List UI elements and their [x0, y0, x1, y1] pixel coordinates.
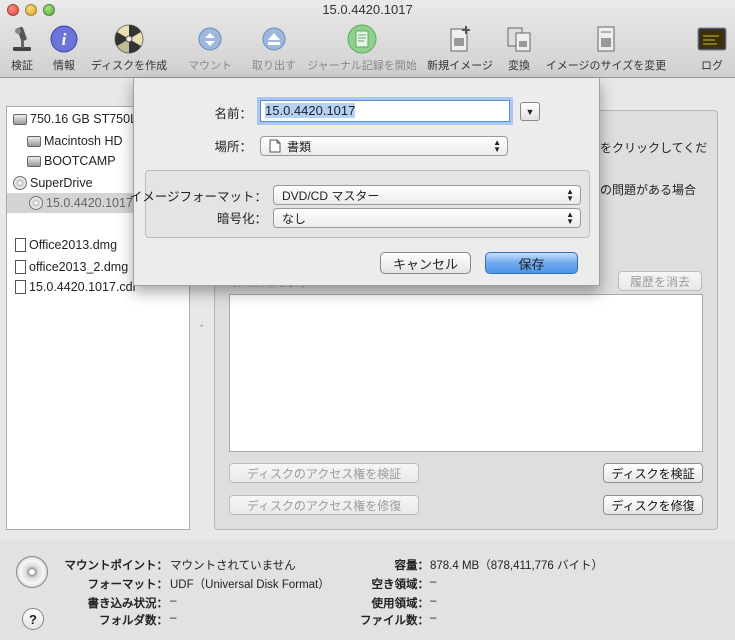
available-value: – — [430, 576, 437, 588]
toolbar-verify-button[interactable]: 検証 — [6, 24, 38, 73]
sidebar-item-label: BOOTCAMP — [44, 154, 116, 168]
optical-drive-icon — [13, 176, 27, 190]
sidebar-item-label: Office2013.dmg — [29, 238, 118, 252]
name-label: 名前： — [214, 107, 252, 121]
window-title: 15.0.4420.1017 — [322, 2, 413, 17]
used-label: 使用領域： — [371, 598, 430, 610]
toolbar-label: ジャーナル記録を開始 — [307, 60, 417, 72]
capacity-value: 878.4 MB（878,411,776 バイト） — [430, 560, 604, 572]
image-options-group: イメージフォーマット： DVD/CD マスター ▲ ▼ 暗号化： なし ▲ ▼ — [130, 170, 590, 238]
toolbar-journal-button[interactable]: ジャーナル記録を開始 — [304, 24, 420, 73]
new-image-icon — [445, 24, 475, 54]
save-button[interactable]: 保存 — [485, 252, 578, 274]
location-popup[interactable]: 書類 ▲ ▼ — [260, 136, 508, 156]
toolbar-label: 情報 — [53, 60, 75, 72]
sidebar-item-label: SuperDrive — [30, 176, 93, 190]
toolbar-label: マウント — [188, 60, 232, 72]
hard-drive-icon — [13, 113, 27, 125]
files-label: ファイル数： — [360, 615, 429, 627]
popup-arrows-icon: ▲ ▼ — [566, 210, 574, 226]
window-titlebar: 15.0.4420.1017 検証 i 情報 ディスクを作成 マウント 取り出す… — [0, 0, 735, 78]
document-icon — [15, 238, 26, 252]
sidebar-item-label: 15.0.4420.1017.cdr — [29, 280, 137, 294]
image-format-popup[interactable]: DVD/CD マスター ▲ ▼ — [273, 185, 581, 205]
toolbar-resize-image-button[interactable]: イメージのサイズを変更 — [544, 24, 668, 73]
info-icon: i — [49, 24, 79, 54]
write-status-value: – — [170, 595, 177, 607]
files-value: – — [430, 612, 437, 624]
mount-icon — [195, 24, 225, 54]
encryption-label: 暗号化： — [216, 212, 267, 226]
first-aid-hint: をクリックしてください。ディスクの — [600, 141, 708, 155]
popup-arrows-icon: ▲ ▼ — [493, 138, 501, 154]
burn-icon — [114, 24, 144, 54]
format-label: フォーマット： — [87, 579, 169, 591]
toolbar-log-button[interactable]: ログ — [694, 24, 730, 73]
capacity-label: 容量： — [394, 560, 430, 572]
toolbar-convert-button[interactable]: 変換 — [503, 24, 535, 73]
popup-arrows-icon: ▲ ▼ — [566, 187, 574, 203]
verify-permissions-button[interactable]: ディスクのアクセス権を検証 — [229, 463, 419, 483]
resize-image-icon — [591, 24, 621, 54]
volume-icon — [27, 155, 41, 167]
expand-sheet-button[interactable]: ▼ — [520, 102, 540, 121]
cancel-button[interactable]: キャンセル — [380, 252, 471, 274]
toolbar-new-image-button[interactable]: 新規イメージ — [424, 24, 496, 73]
location-label: 場所： — [214, 140, 252, 154]
repair-disk-button[interactable]: ディスクを修復 — [603, 495, 703, 515]
name-field-value: 15.0.4420.1017 — [265, 103, 356, 118]
image-format-label: イメージフォーマット： — [129, 190, 267, 204]
disc-icon — [16, 556, 48, 588]
log-icon — [697, 24, 727, 54]
toolbar-label: 変換 — [508, 60, 530, 72]
chevron-down-icon: ▼ — [525, 106, 535, 117]
toolbar-burn-button[interactable]: ディスクを作成 — [88, 24, 170, 73]
mount-point-label: マウントポイント： — [64, 560, 169, 572]
toolbar-eject-button[interactable]: 取り出す — [250, 24, 298, 73]
log-output — [229, 294, 703, 452]
sidebar-item-label: Macintosh HD — [44, 134, 123, 148]
available-label: 空き領域： — [371, 579, 430, 591]
write-status-label: 書き込み状況： — [87, 598, 169, 610]
name-field[interactable]: 15.0.4420.1017 — [260, 100, 510, 122]
volume-icon — [27, 135, 41, 147]
help-button[interactable]: ? — [22, 608, 44, 630]
eject-icon — [259, 24, 289, 54]
location-value: 書類 — [287, 139, 312, 154]
folders-label: フォルダ数： — [99, 615, 168, 627]
convert-icon — [504, 24, 534, 54]
document-icon — [15, 280, 26, 294]
format-value: UDF（Universal Disk Format） — [170, 579, 330, 591]
sidebar-item-label: office2013_2.dmg — [29, 260, 129, 274]
svg-text:i: i — [62, 30, 67, 49]
journal-icon — [347, 24, 377, 54]
toolbar-label: 新規イメージ — [427, 60, 493, 72]
folder-icon — [269, 139, 281, 153]
microscope-icon — [7, 24, 37, 54]
clear-history-button[interactable]: 履歴を消去 — [618, 271, 702, 291]
splitter-handle[interactable]: ‸ — [200, 316, 203, 327]
verify-disk-button[interactable]: ディスクを検証 — [603, 463, 703, 483]
encryption-popup[interactable]: なし ▲ ▼ — [273, 208, 581, 228]
folders-value: – — [170, 612, 177, 624]
toolbar: 検証 i 情報 ディスクを作成 マウント 取り出す ジャーナル記録を開始 新規イ… — [0, 24, 735, 76]
toolbar-label: イメージのサイズを変更 — [545, 60, 667, 72]
toolbar-label: 検証 — [11, 60, 33, 72]
document-icon — [15, 260, 26, 274]
first-aid-hint-2: の問題がある場合 — [600, 183, 697, 197]
toolbar-label: 取り出す — [252, 60, 296, 72]
mount-point-value: マウントされていません — [170, 560, 296, 572]
toolbar-mount-button[interactable]: マウント — [186, 24, 234, 73]
used-value: – — [430, 595, 437, 607]
toolbar-info-button[interactable]: i 情報 — [48, 24, 80, 73]
repair-permissions-button[interactable]: ディスクのアクセス権を修復 — [229, 495, 419, 515]
toolbar-label: ディスクを作成 — [90, 60, 168, 72]
disc-icon — [29, 196, 43, 210]
encryption-value: なし — [282, 211, 307, 226]
sidebar-item-label: 15.0.4420.1017 — [46, 196, 133, 210]
toolbar-label: ログ — [701, 60, 723, 72]
save-image-sheet: 名前： 15.0.4420.1017 ▼ 場所： 書類 ▲ ▼ イメージフォーマッ… — [130, 78, 600, 286]
image-format-value: DVD/CD マスター — [282, 188, 380, 203]
